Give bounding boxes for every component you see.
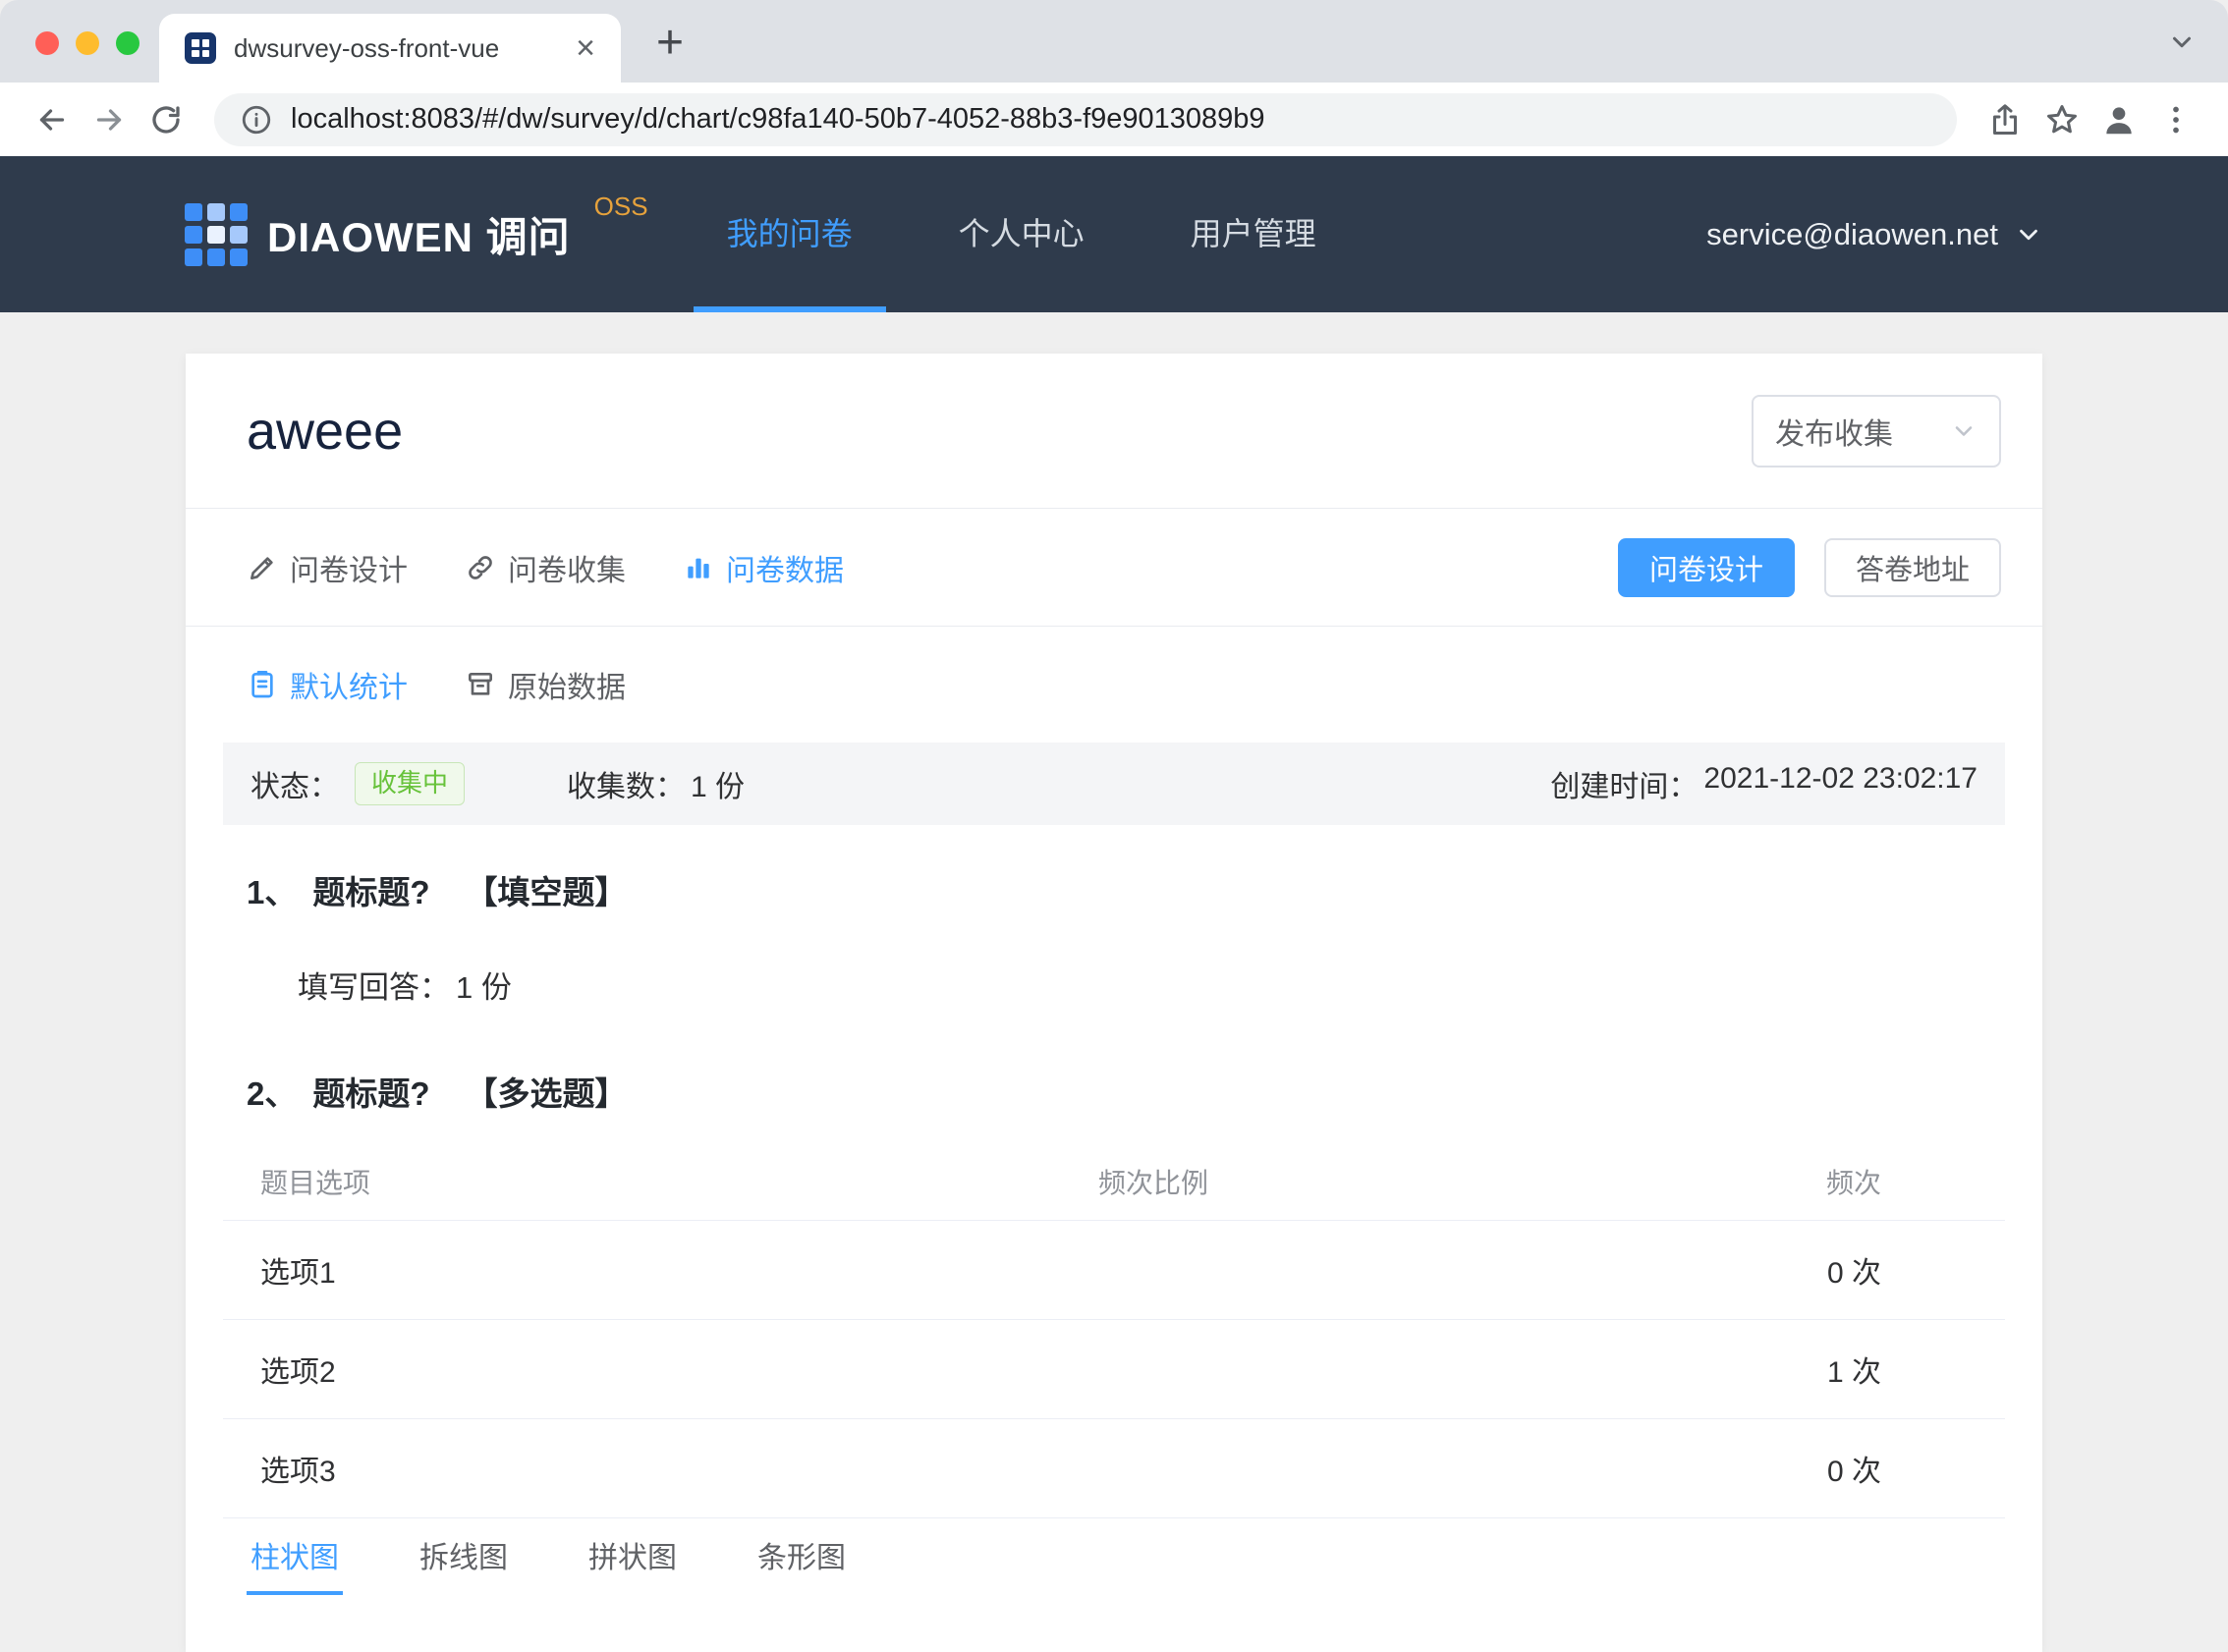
status-bar: 状态： 收集中 收集数： 1 份 创建时间： 2021-12-02 23:02:… (223, 743, 2005, 825)
brand-name: DIAOWEN 调问 (267, 214, 571, 260)
table-row: 选项1 0.00% 0 次 (223, 1221, 2005, 1320)
question-type: 【填空题】 (465, 874, 628, 910)
browser-menu-icon[interactable] (2147, 91, 2204, 148)
option-label: 选项1 (260, 1257, 336, 1290)
browser-tab[interactable]: dwsurvey-oss-front-vue × (159, 14, 621, 83)
frequency-value: 1 次 (1826, 1356, 1881, 1389)
tab-raw-data[interactable]: 原始数据 (465, 663, 626, 706)
page-info-icon[interactable] (240, 103, 273, 137)
status-badge: 收集中 (355, 762, 466, 805)
url-text[interactable]: localhost:8083/#/dw/survey/d/chart/c98fa… (291, 103, 1265, 136)
publish-collect-select[interactable]: 发布收集 (1752, 394, 2001, 468)
bar-chart-icon (688, 558, 709, 578)
app-navbar: DIAOWEN 调问 OSS 我的问卷 个人中心 用户管理 service@di… (0, 156, 2228, 312)
share-icon[interactable] (1977, 91, 2033, 148)
chevron-down-icon (1955, 425, 1973, 436)
chart-type-tabs: 柱状图 拆线图 拼状图 条形图 (186, 1518, 2042, 1595)
minimize-window-button[interactable] (76, 31, 99, 55)
brand-badge: OSS (593, 192, 648, 221)
link-icon (469, 555, 492, 579)
maximize-window-button[interactable] (116, 31, 139, 55)
brand[interactable]: DIAOWEN 调问 OSS (185, 156, 648, 312)
survey-title: aweee (247, 401, 404, 461)
content-card: aweee 发布收集 问卷设计 问卷收集 问卷数据 问卷设计 答卷地址 默认统计… (186, 354, 2042, 1652)
account-dropdown[interactable]: service@diaowen.net (1706, 156, 2043, 312)
table-header-row: 题目选项 频次比例 频次 (223, 1142, 2005, 1221)
frequency-value: 0 次 (1826, 1456, 1881, 1488)
tab-column-chart[interactable]: 柱状图 (247, 1518, 343, 1595)
frequency-value: 0 次 (1826, 1257, 1881, 1290)
question-index: 2、 (247, 1075, 298, 1112)
column-header-frequency-ratio: 频次比例 (1098, 1167, 1209, 1198)
bookmark-star-icon[interactable] (2033, 91, 2090, 148)
reload-icon[interactable] (138, 91, 195, 148)
tab-line-chart[interactable]: 拆线图 (416, 1518, 512, 1595)
browser-toolbar: localhost:8083/#/dw/survey/d/chart/c98fa… (0, 83, 2228, 156)
publish-collect-value: 发布收集 (1775, 417, 1893, 451)
brand-logo-icon (185, 202, 248, 266)
new-tab-button[interactable]: + (656, 16, 684, 70)
question-1-heading: 1、 题标题? 【填空题】 (186, 866, 2042, 913)
tab-survey-collect[interactable]: 问卷收集 (465, 546, 626, 589)
column-header-frequency: 频次 (1825, 1167, 1881, 1198)
survey-tabs: 问卷设计 问卷收集 问卷数据 问卷设计 答卷地址 (186, 509, 2042, 627)
table-row: 选项2 100.00% 1 次 (223, 1320, 2005, 1419)
option-label: 选项2 (260, 1356, 336, 1389)
tab-search-chevron-icon[interactable] (2167, 28, 2197, 57)
collect-count-label: 收集数： (567, 771, 686, 803)
statistics-tabs: 默认统计 原始数据 (186, 627, 2042, 743)
tab-label: 问卷设计 (290, 554, 408, 587)
question-title: 题标题? (312, 1075, 430, 1112)
tab-label: 问卷收集 (508, 554, 626, 587)
tab-label: 默认统计 (290, 672, 408, 704)
tab-title: dwsurvey-oss-front-vue (234, 32, 500, 63)
column-header-option: 题目选项 (260, 1167, 371, 1198)
nav-item-user-management[interactable]: 用户管理 (1157, 156, 1350, 312)
tab-bar-chart[interactable]: 条形图 (753, 1518, 850, 1595)
question-2-heading: 2、 题标题? 【多选题】 (186, 1068, 2042, 1115)
profile-avatar-icon[interactable] (2090, 91, 2147, 148)
page-body: aweee 发布收集 问卷设计 问卷收集 问卷数据 问卷设计 答卷地址 默认统计… (0, 312, 2228, 1652)
pencil-icon (250, 556, 273, 579)
question-1-answer: 填写回答： 1 份 (186, 963, 2042, 1007)
tab-label: 原始数据 (508, 672, 626, 704)
created-time-value: 2021-12-02 23:02:17 (1703, 762, 1977, 795)
created-time-label: 创建时间： (1550, 771, 1699, 803)
table-row: 选项3 0.00% 0 次 (223, 1419, 2005, 1518)
nav-item-personal-center[interactable]: 个人中心 (925, 156, 1118, 312)
browser-tab-strip: dwsurvey-oss-front-vue × + (0, 0, 2228, 83)
question-type: 【多选题】 (465, 1075, 628, 1112)
back-icon[interactable] (24, 91, 81, 148)
survey-design-button[interactable]: 问卷设计 (1617, 537, 1795, 597)
tab-pie-chart[interactable]: 拼状图 (585, 1518, 681, 1595)
main-navigation: 我的问卷 个人中心 用户管理 (693, 156, 1389, 312)
question-index: 1、 (247, 874, 298, 910)
question-title: 题标题? (312, 874, 430, 910)
site-favicon-icon (185, 32, 216, 64)
nav-item-my-surveys[interactable]: 我的问卷 (693, 156, 886, 312)
close-tab-icon[interactable]: × (576, 31, 595, 65)
status-label: 状态： (251, 771, 339, 803)
answer-value: 1 份 (456, 970, 512, 1005)
archive-icon (469, 673, 492, 695)
survey-header: aweee 发布收集 (186, 354, 2042, 509)
chevron-down-icon (2020, 229, 2037, 240)
option-stats-table: 题目选项 频次比例 频次 选项1 0.00% 0 次 选项2 (223, 1142, 2005, 1518)
account-email: service@diaowen.net (1706, 216, 1998, 251)
window-controls (35, 31, 139, 55)
address-bar[interactable]: localhost:8083/#/dw/survey/d/chart/c98fa… (214, 92, 1957, 146)
option-label: 选项3 (260, 1456, 336, 1488)
tab-label: 问卷数据 (726, 554, 844, 587)
close-window-button[interactable] (35, 31, 59, 55)
tab-default-statistics[interactable]: 默认统计 (247, 663, 408, 706)
answer-label: 填写回答： (298, 970, 450, 1005)
clipboard-icon (251, 671, 273, 698)
collect-count-value: 1 份 (691, 771, 746, 803)
answer-address-button[interactable]: 答卷地址 (1823, 537, 2001, 597)
forward-icon[interactable] (81, 91, 138, 148)
tab-survey-data[interactable]: 问卷数据 (683, 546, 844, 589)
tab-survey-design[interactable]: 问卷设计 (247, 546, 408, 589)
